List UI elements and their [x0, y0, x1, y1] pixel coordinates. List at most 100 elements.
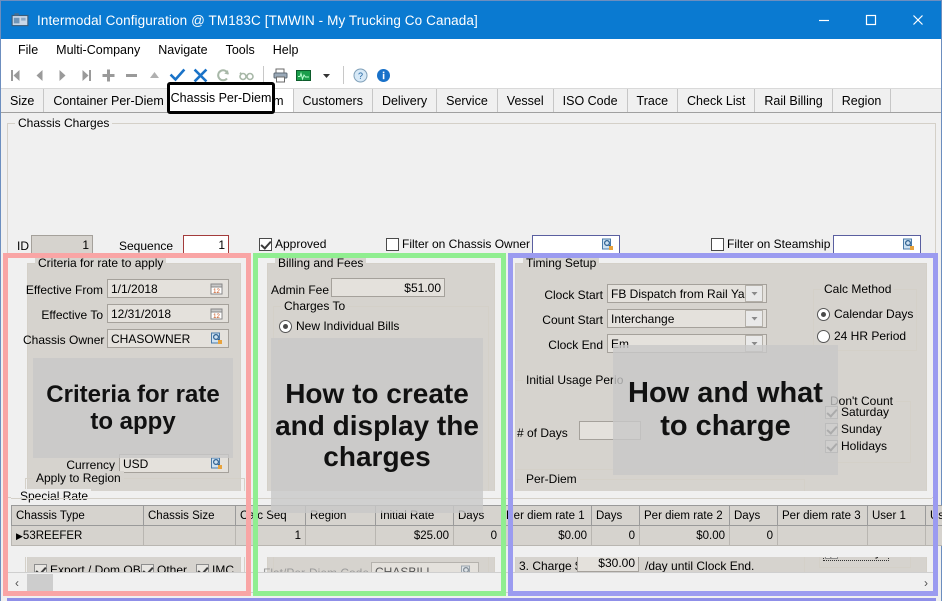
approved-checkbox-box — [259, 238, 272, 251]
help-icon[interactable]: ? — [349, 64, 372, 87]
count-start-dropdown[interactable]: Interchange — [607, 309, 767, 328]
svg-text:?: ? — [358, 71, 363, 81]
filter-steamship-field[interactable] — [833, 235, 921, 254]
effective-from-field[interactable]: 1/1/2018 12 — [107, 279, 229, 298]
col-per-diem-rate-3[interactable]: Per diem rate 3 — [778, 506, 868, 526]
chevron-down-icon-count-start[interactable] — [745, 310, 763, 327]
next-record-icon[interactable] — [51, 64, 74, 87]
chassis-owner-search-icon[interactable] — [208, 330, 225, 347]
radio-calendar-days — [817, 308, 830, 321]
approved-checkbox[interactable]: Approved — [259, 237, 326, 251]
sequence-field[interactable]: 1 — [183, 235, 229, 254]
clock-end-label: Clock End — [521, 338, 603, 352]
window-controls — [800, 1, 941, 39]
col-chassis-type[interactable]: Chassis Type — [12, 506, 144, 526]
tab-iso-code[interactable]: ISO Code — [554, 89, 628, 112]
admin-fee-field[interactable]: $51.00 — [331, 278, 445, 297]
cell-user-1[interactable] — [868, 526, 926, 546]
filter-chassis-owner-field[interactable] — [532, 235, 620, 254]
monitor-icon[interactable] — [292, 64, 315, 87]
sort-up-icon[interactable] — [143, 64, 166, 87]
monitor-dropdown-icon[interactable] — [315, 64, 338, 87]
tab-container-per-diem[interactable]: Container Per-Diem — [44, 89, 173, 112]
add-record-icon[interactable] — [97, 64, 120, 87]
tab-vessel[interactable]: Vessel — [498, 89, 554, 112]
calc-method-calendar-days-radio[interactable]: Calendar Days — [817, 307, 913, 321]
filter-steamship-checkbox[interactable]: Filter on Steamship — [711, 237, 830, 251]
per-diem-title: Per-Diem — [523, 472, 580, 486]
charges-to-new-individual-bills-radio[interactable]: New Individual Bills — [279, 319, 399, 333]
tab-trace[interactable]: Trace — [628, 89, 679, 112]
tab-region[interactable]: Region — [833, 89, 892, 112]
tab-size[interactable]: Size — [1, 89, 44, 112]
cell-chassis-size[interactable] — [144, 526, 236, 546]
menu-item-file[interactable]: File — [9, 40, 47, 60]
previous-record-icon[interactable] — [28, 64, 51, 87]
last-record-icon[interactable] — [74, 64, 97, 87]
filter-chassis-owner-checkbox[interactable]: Filter on Chassis Owner — [386, 237, 530, 251]
col-days-3[interactable]: Days — [730, 506, 778, 526]
col-per-diem-rate-2[interactable]: Per diem rate 2 — [640, 506, 730, 526]
calendar-icon-2[interactable]: 12 — [208, 305, 225, 322]
cell-per-diem-rate-1[interactable]: $0.00 — [502, 526, 592, 546]
chassis-owner-lookup-icon[interactable] — [599, 236, 616, 253]
cell-chassis-type[interactable]: ▶53REEFER — [12, 526, 144, 546]
close-button[interactable] — [894, 1, 941, 39]
cell-calc-seq[interactable]: 1 — [236, 526, 306, 546]
scroll-left-arrow-icon[interactable]: ‹ — [8, 573, 26, 592]
menu-item-help[interactable]: Help — [264, 40, 308, 60]
cell-days-2[interactable]: 0 — [592, 526, 640, 546]
tab-check-list[interactable]: Check List — [678, 89, 755, 112]
chassis-owner-label: Chassis Owner — [23, 333, 103, 347]
col-user-1[interactable]: User 1 — [868, 506, 926, 526]
first-record-icon[interactable] — [5, 64, 28, 87]
maximize-button[interactable] — [847, 1, 894, 39]
minimize-button[interactable] — [800, 1, 847, 39]
cell-per-diem-rate-3[interactable] — [778, 526, 868, 546]
col-days-2[interactable]: Days — [592, 506, 640, 526]
cell-user-2[interactable] — [926, 526, 942, 546]
table-row[interactable]: ▶53REEFER 1 $25.00 0 $0.00 0 $0.00 0 — [12, 526, 942, 546]
criteria-group-title: Criteria for rate to apply — [35, 256, 166, 270]
num-days-label: # of Days — [517, 426, 568, 440]
scrollbar-thumb[interactable] — [27, 574, 53, 591]
dont-count-top-sunday-label: Sunday — [841, 422, 882, 436]
clock-start-dropdown[interactable]: FB Dispatch from Rail Yard — [607, 284, 767, 303]
scroll-right-arrow-icon[interactable]: › — [917, 573, 935, 592]
tab-rail-billing[interactable]: Rail Billing — [755, 89, 832, 112]
tab-delivery[interactable]: Delivery — [373, 89, 437, 112]
id-field[interactable]: 1 — [31, 235, 93, 254]
menu-item-multi-company[interactable]: Multi-Company — [47, 40, 149, 60]
horizontal-scrollbar[interactable]: ‹ › — [7, 572, 936, 593]
effective-to-field[interactable]: 12/31/2018 12 — [107, 304, 229, 323]
cell-per-diem-rate-2[interactable]: $0.00 — [640, 526, 730, 546]
col-per-diem-rate-1[interactable]: Per diem rate 1 — [502, 506, 592, 526]
col-chassis-size[interactable]: Chassis Size — [144, 506, 236, 526]
cell-initial-rate[interactable]: $25.00 — [376, 526, 454, 546]
filter-chassis-owner-box — [386, 238, 399, 251]
col-user-2[interactable]: User 2 — [926, 506, 942, 526]
toolbar: ? — [1, 62, 941, 89]
cell-days-1[interactable]: 0 — [454, 526, 502, 546]
toolbar-separator-2 — [343, 66, 344, 84]
calc-method-24hr-period-radio[interactable]: 24 HR Period — [817, 329, 906, 343]
window-title: Intermodal Configuration @ TM183C [TMWIN… — [37, 13, 478, 28]
calendar-icon[interactable]: 12 — [208, 280, 225, 297]
tab-customers[interactable]: Customers — [294, 89, 373, 112]
chevron-down-icon-clock-start[interactable] — [745, 285, 763, 302]
menu-item-tools[interactable]: Tools — [217, 40, 264, 60]
cell-region[interactable] — [306, 526, 376, 546]
admin-fee-value: $51.00 — [335, 281, 441, 295]
steamship-lookup-icon[interactable] — [900, 236, 917, 253]
clock-start-value: FB Dispatch from Rail Yard — [611, 287, 745, 301]
highlight-box-chassis-per-diem-tab[interactable]: Chassis Per-Diem — [167, 82, 275, 114]
count-start-label: Count Start — [521, 313, 603, 327]
cell-days-3[interactable]: 0 — [730, 526, 778, 546]
dont-count-top-holidays-label: Holidays — [841, 439, 887, 453]
chassis-owner-field[interactable]: CHASOWNER — [107, 329, 229, 348]
tab-service[interactable]: Service — [437, 89, 498, 112]
menu-item-navigate[interactable]: Navigate — [149, 40, 216, 60]
info-icon[interactable] — [372, 64, 395, 87]
delete-record-icon[interactable] — [120, 64, 143, 87]
clock-start-label: Clock Start — [521, 288, 603, 302]
